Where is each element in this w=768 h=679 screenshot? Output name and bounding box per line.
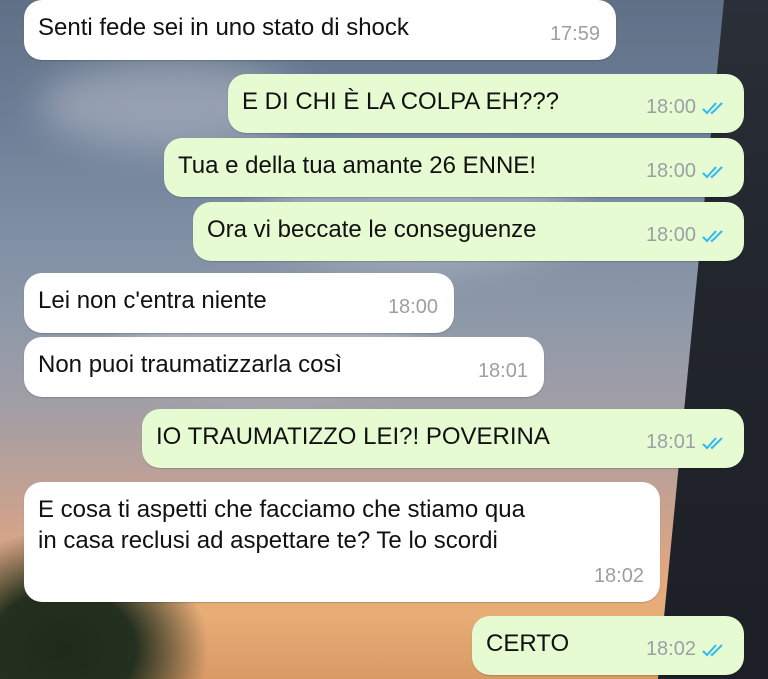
incoming-message[interactable]: Lei non c'entra niente 18:00 [24, 273, 454, 333]
message-text: IO TRAUMATIZZO LEI?! POVERINA [156, 423, 550, 450]
message-time: 18:00 [645, 224, 696, 246]
message-time: 18:01 [477, 360, 528, 382]
message-time: 17:59 [549, 23, 600, 45]
incoming-message[interactable]: Senti fede sei in uno stato di shock 17:… [24, 0, 616, 60]
incoming-message[interactable]: E cosa ti aspetti che facciamo che stiam… [24, 482, 660, 602]
outgoing-message[interactable]: Ora vi beccate le conseguenze 18:00 [193, 202, 744, 261]
double-check-icon [702, 436, 723, 449]
outgoing-message[interactable]: IO TRAUMATIZZO LEI?! POVERINA 18:01 [142, 409, 744, 468]
message-text: Senti fede sei in uno stato di shock [38, 14, 409, 41]
incoming-message[interactable]: Non puoi traumatizzarla così 18:01 [24, 337, 544, 397]
outgoing-message[interactable]: Tua e della tua amante 26 ENNE! 18:00 [164, 138, 744, 197]
outgoing-message[interactable]: E DI CHI È LA COLPA EH??? 18:00 [228, 74, 744, 133]
message-time: 18:02 [593, 565, 644, 587]
message-text: Lei non c'entra niente [38, 287, 267, 314]
message-time: 18:00 [645, 160, 696, 182]
message-time: 18:00 [645, 96, 696, 118]
message-time: 18:01 [645, 431, 696, 453]
message-text: E cosa ti aspetti che facciamo che stiam… [38, 496, 525, 554]
message-text: Non puoi traumatizzarla così [38, 351, 343, 378]
double-check-icon [702, 643, 723, 656]
double-check-icon [702, 101, 723, 114]
message-time: 18:02 [645, 638, 696, 660]
double-check-icon [702, 229, 723, 242]
outgoing-message[interactable]: CERTO 18:02 [472, 616, 744, 675]
message-time: 18:00 [387, 296, 438, 318]
double-check-icon [702, 165, 723, 178]
